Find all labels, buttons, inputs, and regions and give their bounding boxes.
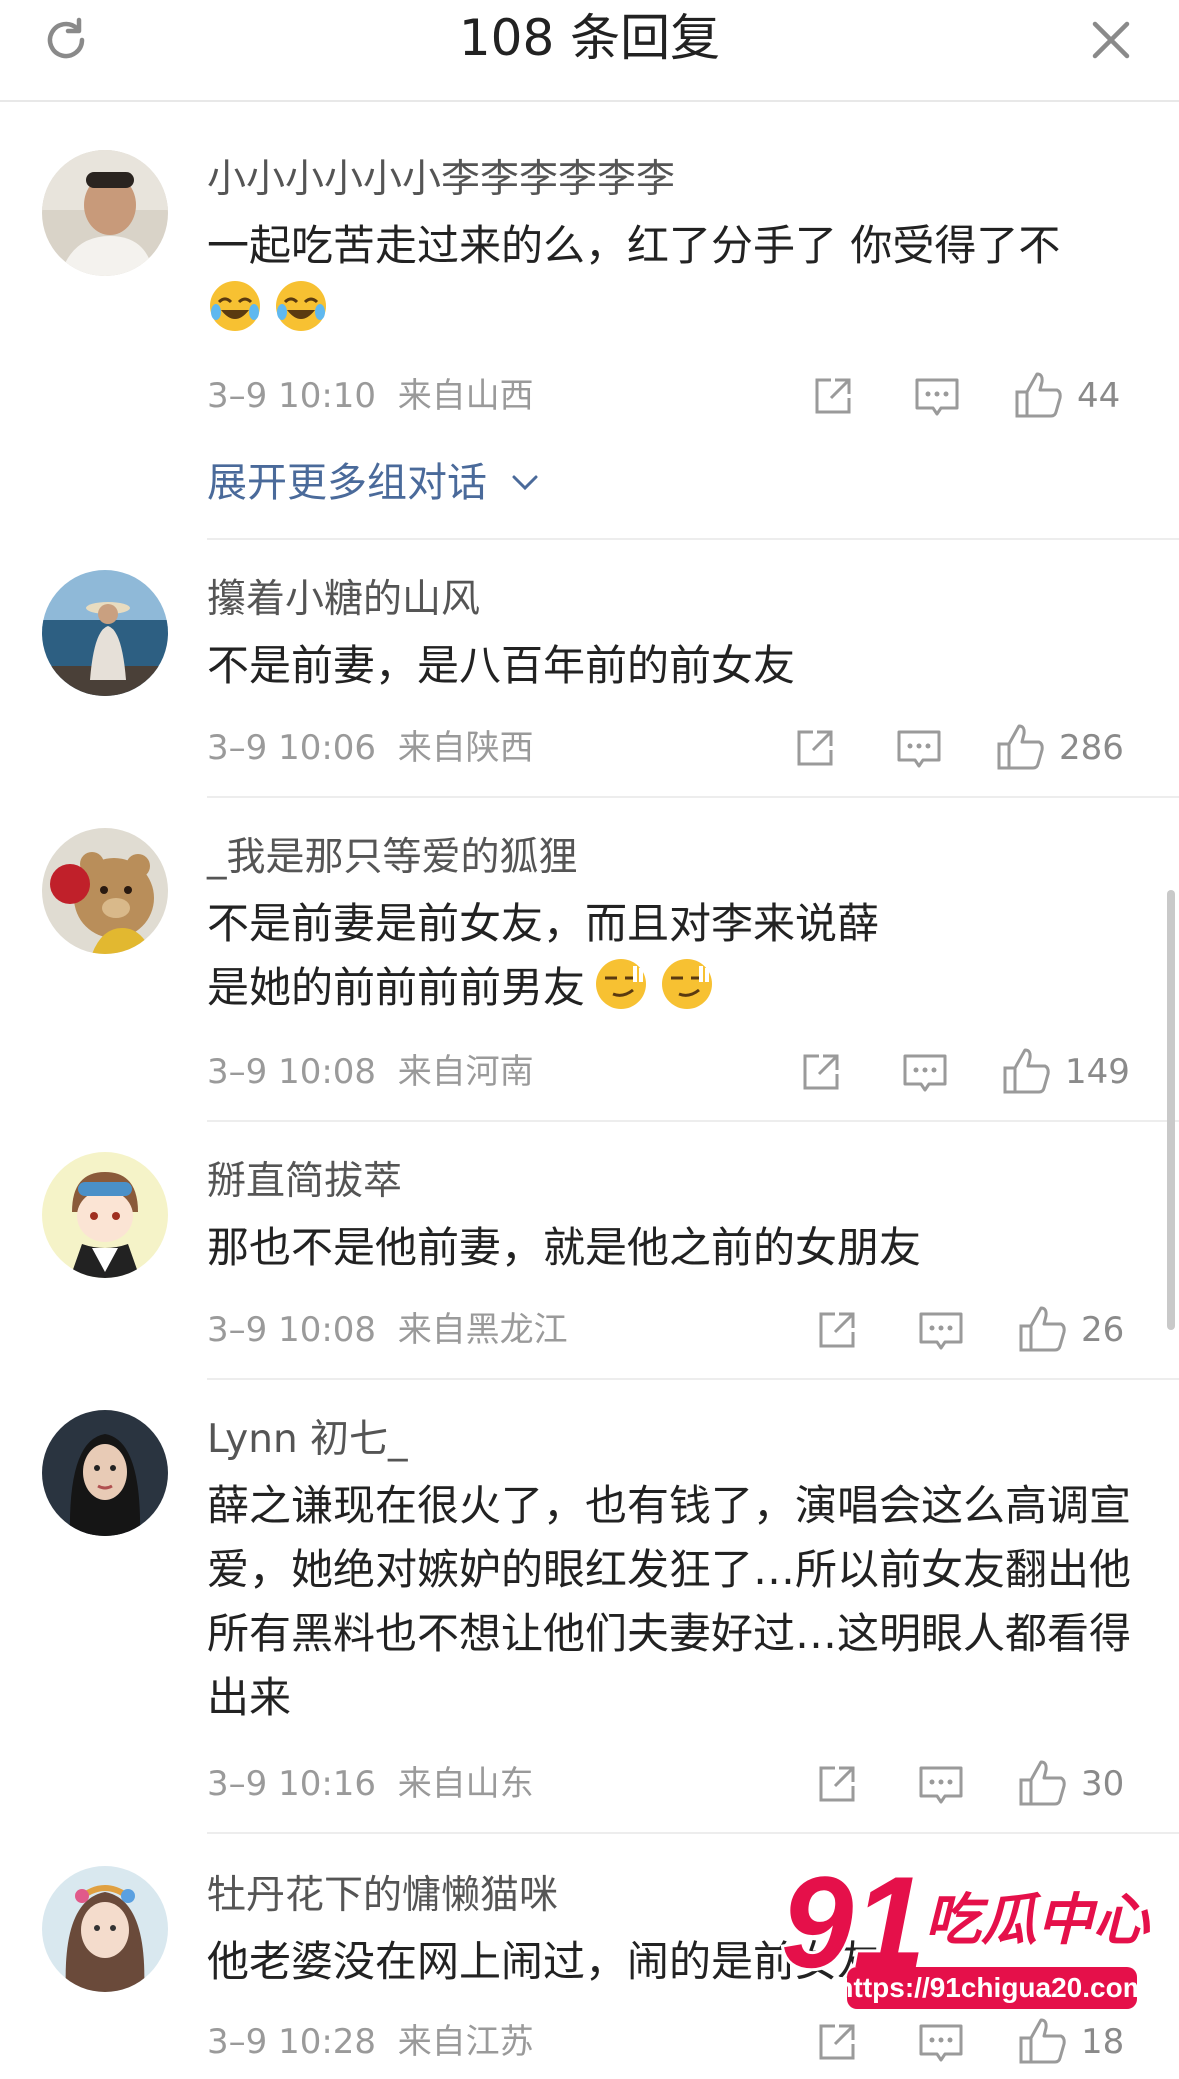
comment-actions: 26 — [809, 1302, 1135, 1358]
comment-content: 不是前妻，是八百年前的前女友 — [207, 641, 796, 690]
watermark-logo: 91 吃瓜中心 https://91chigua20.com — [778, 1855, 1154, 2009]
avatar[interactable] — [42, 1866, 168, 1992]
comment-time: 3–9 10:16 — [207, 1764, 377, 1804]
comment-username[interactable]: _我是那只等爱的狐狸 — [207, 834, 578, 882]
header-bar: 108 条回复 — [0, 0, 1179, 102]
comment-username[interactable]: 攥着小糖的山风 — [207, 576, 480, 624]
comment-meta: 3–9 10:06 来自陕西 — [207, 726, 534, 770]
like-button[interactable]: 149 — [999, 1044, 1135, 1100]
like-button[interactable]: 44 — [1011, 368, 1135, 424]
share-icon[interactable] — [787, 720, 843, 776]
comment-content: 不是前妻是前女友，而且对李来说薛是她的前前前前男友 — [207, 892, 897, 1020]
share-icon[interactable] — [793, 1044, 849, 1100]
crying-laughing-emoji-icon — [276, 281, 326, 331]
comment-time: 3–9 10:06 — [207, 728, 377, 768]
thumbs-up-icon — [1019, 2018, 1066, 2064]
share-icon[interactable] — [809, 1756, 865, 1812]
avatar[interactable] — [42, 570, 168, 696]
share-icon[interactable] — [809, 1302, 865, 1358]
comment-icon[interactable] — [897, 1044, 953, 1100]
crying-laughing-emoji-icon — [210, 281, 260, 331]
comment-meta: 3–9 10:10 来自山西 — [207, 374, 534, 418]
comment-actions: 18 — [809, 2014, 1135, 2070]
comment-meta: 3–9 10:08 来自河南 — [207, 1050, 534, 1094]
comment-location: 来自江苏 — [397, 2022, 534, 2062]
comment-time: 3–9 10:10 — [207, 376, 377, 416]
comment-username[interactable]: Lynn 初七_ — [207, 1416, 408, 1464]
comment-time: 3–9 10:08 — [207, 1052, 377, 1092]
comment-icon[interactable] — [913, 2014, 969, 2070]
thumbs-up-icon — [1019, 1760, 1066, 1806]
comment-meta: 3–9 10:08 来自黑龙江 — [207, 1308, 568, 1352]
avatar[interactable] — [42, 1410, 168, 1536]
comment-actions: 44 — [805, 368, 1135, 424]
divider — [207, 1832, 1179, 1834]
comment-icon[interactable] — [891, 720, 947, 776]
comment-actions: 30 — [809, 1756, 1135, 1812]
chevron-down-icon — [512, 475, 538, 491]
comment-actions: 286 — [787, 720, 1135, 776]
like-button[interactable]: 286 — [993, 720, 1135, 776]
divider — [207, 1120, 1179, 1122]
scrollbar[interactable] — [1167, 890, 1175, 1330]
avatar[interactable] — [42, 828, 168, 954]
divider — [207, 538, 1179, 540]
comment-meta: 3–9 10:16 来自山东 — [207, 1762, 534, 1806]
comment-location: 来自陕西 — [397, 728, 534, 768]
comment-text: 一起吃苦走过来的么，红了分手了 你受得了不 — [207, 221, 1061, 270]
comment-location: 来自山东 — [397, 1764, 534, 1804]
expand-label: 展开更多组对话 — [207, 460, 487, 506]
comment-content: 那也不是他前妻，就是他之前的女朋友 — [207, 1223, 922, 1272]
like-count: 149 — [1065, 1052, 1130, 1092]
divider — [207, 796, 1179, 798]
close-icon[interactable] — [1083, 12, 1139, 68]
like-count: 286 — [1059, 728, 1124, 768]
divider — [207, 1378, 1179, 1380]
page-title: 108 条回复 — [458, 9, 721, 67]
like-button[interactable]: 30 — [1015, 1756, 1135, 1812]
comment-icon[interactable] — [913, 1756, 969, 1812]
comment-time: 3–9 10:08 — [207, 1310, 377, 1350]
comment-content: 薛之谦现在很火了，也有钱了，演唱会这么高调宣爱，她绝对嫉妒的眼红发狂了…所以前女… — [207, 1481, 1132, 1722]
avatar[interactable] — [42, 1152, 168, 1278]
expand-more-conversations-link[interactable]: 展开更多组对话 — [207, 458, 542, 508]
like-button[interactable]: 26 — [1015, 1302, 1135, 1358]
comment-username[interactable]: 小小小小小小李李李李李李 — [207, 156, 675, 204]
comment-location: 来自黑龙江 — [397, 1310, 568, 1350]
avatar[interactable] — [42, 150, 168, 276]
comment-location: 来自河南 — [397, 1052, 534, 1092]
like-button[interactable]: 18 — [1015, 2014, 1135, 2070]
watermark-brand: 吃瓜中心 — [925, 1888, 1151, 1953]
comment-text: 不是前妻是前女友，而且对李来说薛是她的前前前前男友 — [207, 899, 880, 1012]
comment-actions: 149 — [793, 1044, 1135, 1100]
comment-time: 3–9 10:28 — [207, 2022, 377, 2062]
smirk-emoji-icon — [596, 959, 647, 1009]
comment-location: 来自山西 — [397, 376, 534, 416]
share-icon[interactable] — [805, 368, 861, 424]
comment-icon[interactable] — [909, 368, 965, 424]
smirk-emoji-icon — [662, 959, 713, 1009]
thumbs-up-icon — [1003, 1048, 1050, 1094]
comment-username[interactable]: 掰直简拔萃 — [207, 1158, 402, 1206]
thumbs-up-icon — [1015, 372, 1062, 418]
comment-icon[interactable] — [913, 1302, 969, 1358]
share-icon[interactable] — [809, 2014, 865, 2070]
comment-username[interactable]: 牡丹花下的慵懒猫咪 — [207, 1872, 558, 1920]
like-count: 26 — [1081, 1310, 1125, 1350]
like-count: 18 — [1081, 2022, 1125, 2062]
comment-content: 一起吃苦走过来的么，红了分手了 你受得了不 — [207, 214, 1142, 342]
comment-meta: 3–9 10:28 来自江苏 — [207, 2020, 534, 2064]
thumbs-up-icon — [1019, 1306, 1066, 1352]
watermark-url: https://91chigua20.com — [836, 1972, 1147, 2003]
thumbs-up-icon — [997, 724, 1044, 770]
like-count: 30 — [1081, 1764, 1125, 1804]
like-count: 44 — [1077, 376, 1121, 416]
